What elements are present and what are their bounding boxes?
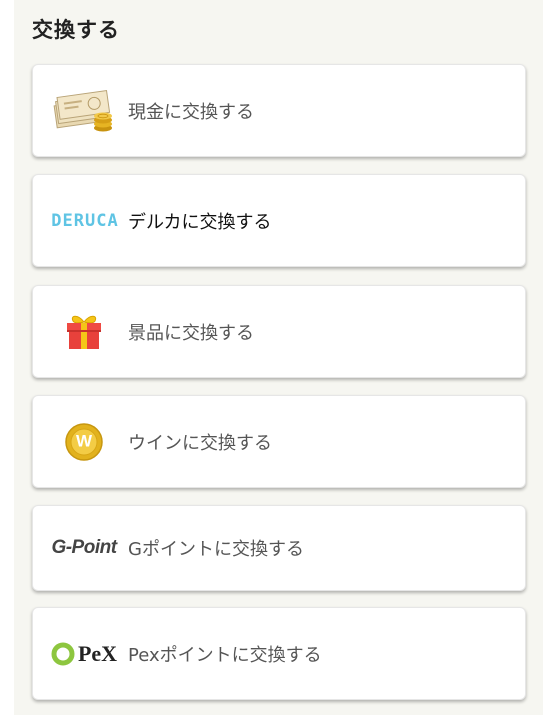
exchange-prize-label: 景品に交換する <box>128 322 254 344</box>
gift-box-icon <box>43 307 125 357</box>
gpoint-logo-text: G-Point <box>51 537 117 558</box>
exchange-pex-label: Pexポイントに交換する <box>128 644 322 666</box>
exchange-gpoint-button[interactable]: G-Point Gポイントに交換する <box>32 505 526 591</box>
exchange-cash-label: 現金に交換する <box>128 101 254 123</box>
gpoint-logo: G-Point <box>41 523 127 573</box>
exchange-win-button[interactable]: W ウインに交換する <box>32 395 526 488</box>
exchange-deruca-label: デルカに交換する <box>128 211 272 233</box>
win-coin-icon: W <box>43 417 125 467</box>
exchange-prize-button[interactable]: 景品に交換する <box>32 285 526 378</box>
cash-banknotes-coins-icon <box>43 86 125 136</box>
exchange-gpoint-label: Gポイントに交換する <box>128 539 304 560</box>
deruca-logo: DERUCA <box>43 196 127 246</box>
exchange-cash-button[interactable]: 現金に交換する <box>32 64 526 157</box>
exchange-deruca-button[interactable]: DERUCA デルカに交換する <box>32 174 526 267</box>
pex-ring-icon <box>51 642 75 665</box>
pex-logo-text: PeX <box>77 640 118 666</box>
exchange-pex-button[interactable]: PeX Pexポイントに交換する <box>32 607 526 700</box>
deruca-logo-text: DERUCA <box>51 210 119 231</box>
pex-logo-group: PeX <box>51 641 117 667</box>
pex-logo: PeX <box>43 629 125 679</box>
exchange-win-label: ウインに交換する <box>128 432 272 454</box>
win-coin-letter: W <box>75 431 93 451</box>
section-title: 交換する <box>32 18 120 42</box>
